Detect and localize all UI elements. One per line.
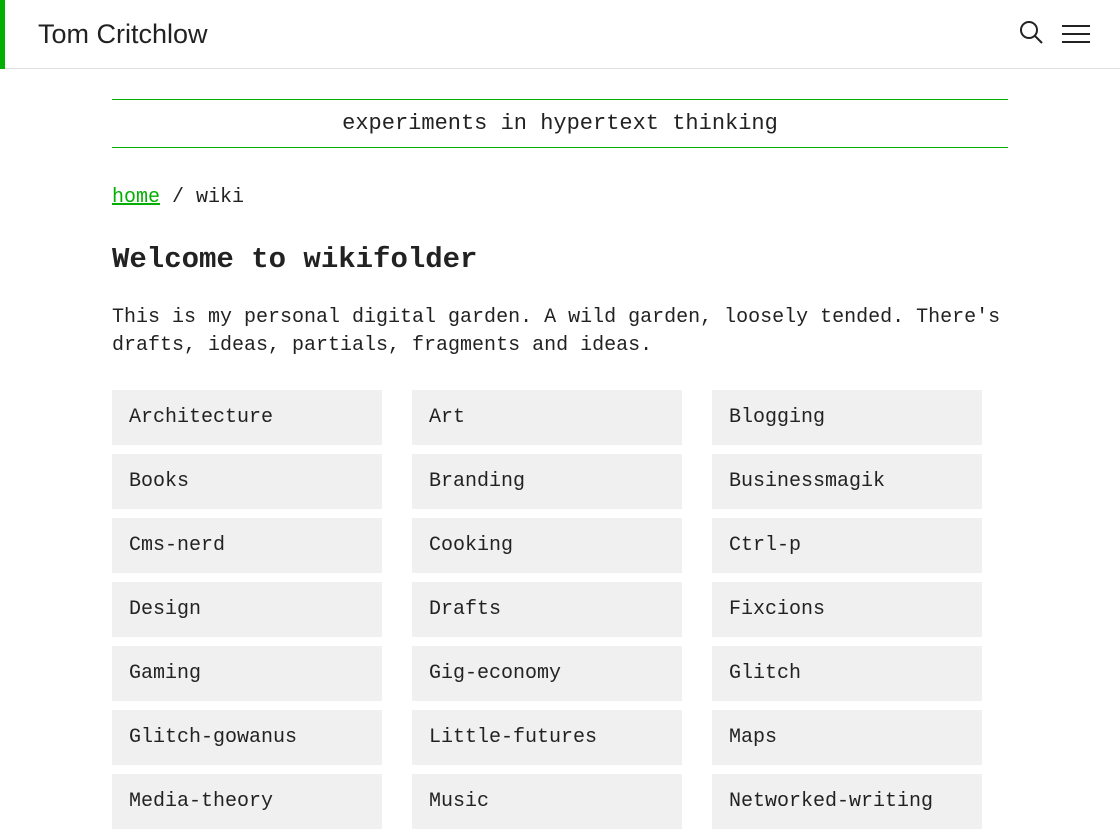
category-card[interactable]: Cms-nerd [112, 518, 382, 573]
intro-text: This is my personal digital garden. A wi… [112, 304, 1008, 360]
category-card[interactable]: Blogging [712, 390, 982, 445]
breadcrumb-home-link[interactable]: home [112, 186, 160, 209]
breadcrumb-separator: / [160, 186, 196, 209]
category-card[interactable]: Branding [412, 454, 682, 509]
category-card[interactable]: Cooking [412, 518, 682, 573]
accent-stripe [0, 0, 5, 69]
category-card[interactable]: Networked-writing [712, 774, 982, 829]
category-card[interactable]: Glitch-gowanus [112, 710, 382, 765]
category-card[interactable]: Businessmagik [712, 454, 982, 509]
category-card[interactable]: Architecture [112, 390, 382, 445]
category-card[interactable]: Drafts [412, 582, 682, 637]
category-card[interactable]: Music [412, 774, 682, 829]
search-icon[interactable] [1018, 19, 1044, 50]
category-card[interactable]: Gaming [112, 646, 382, 701]
category-card[interactable]: Books [112, 454, 382, 509]
category-card[interactable]: Art [412, 390, 682, 445]
page-title: Welcome to wikifolder [112, 243, 1008, 276]
breadcrumb: home / wiki [112, 186, 1008, 209]
category-card[interactable]: Ctrl-p [712, 518, 982, 573]
subtitle-banner: experiments in hypertext thinking [112, 99, 1008, 148]
category-card[interactable]: Little-futures [412, 710, 682, 765]
category-card[interactable]: Media-theory [112, 774, 382, 829]
site-title[interactable]: Tom Critchlow [38, 19, 208, 50]
category-card[interactable]: Maps [712, 710, 982, 765]
category-grid: Architecture Art Blogging Books Branding Busi… [112, 390, 1008, 829]
main-content: experiments in hypertext thinking home /… [0, 69, 1120, 839]
category-card[interactable]: Fixcions [712, 582, 982, 637]
menu-icon[interactable] [1062, 25, 1090, 43]
category-card[interactable]: Glitch [712, 646, 982, 701]
breadcrumb-current: wiki [196, 186, 244, 209]
category-card[interactable]: Gig-economy [412, 646, 682, 701]
category-card[interactable]: Design [112, 582, 382, 637]
site-header: Tom Critchlow [0, 0, 1120, 69]
header-actions [1018, 19, 1090, 50]
